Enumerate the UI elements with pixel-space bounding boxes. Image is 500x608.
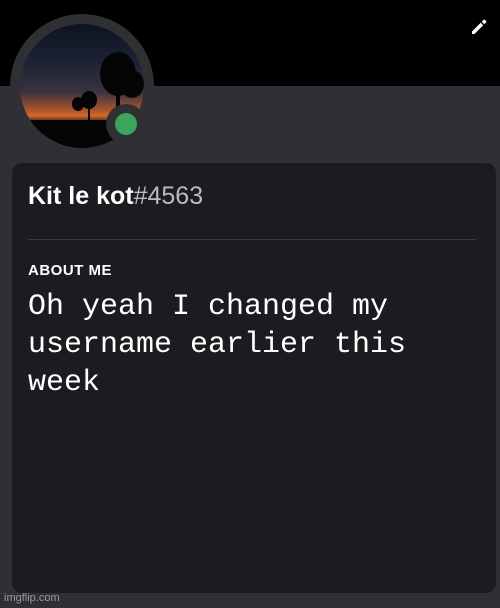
watermark: imgflip.com bbox=[4, 592, 60, 604]
about-me-text: Oh yeah I changed my username earlier th… bbox=[28, 290, 407, 400]
discriminator: #4563 bbox=[133, 182, 204, 210]
username: Kit le kot bbox=[28, 182, 134, 210]
divider bbox=[28, 239, 476, 240]
about-me-heading: ABOUT ME bbox=[28, 262, 112, 279]
user-tag[interactable]: Kit le kot#4563 bbox=[28, 182, 203, 211]
pencil-icon bbox=[472, 19, 487, 34]
edit-profile-button[interactable] bbox=[468, 16, 490, 38]
online-status-icon bbox=[115, 113, 137, 135]
